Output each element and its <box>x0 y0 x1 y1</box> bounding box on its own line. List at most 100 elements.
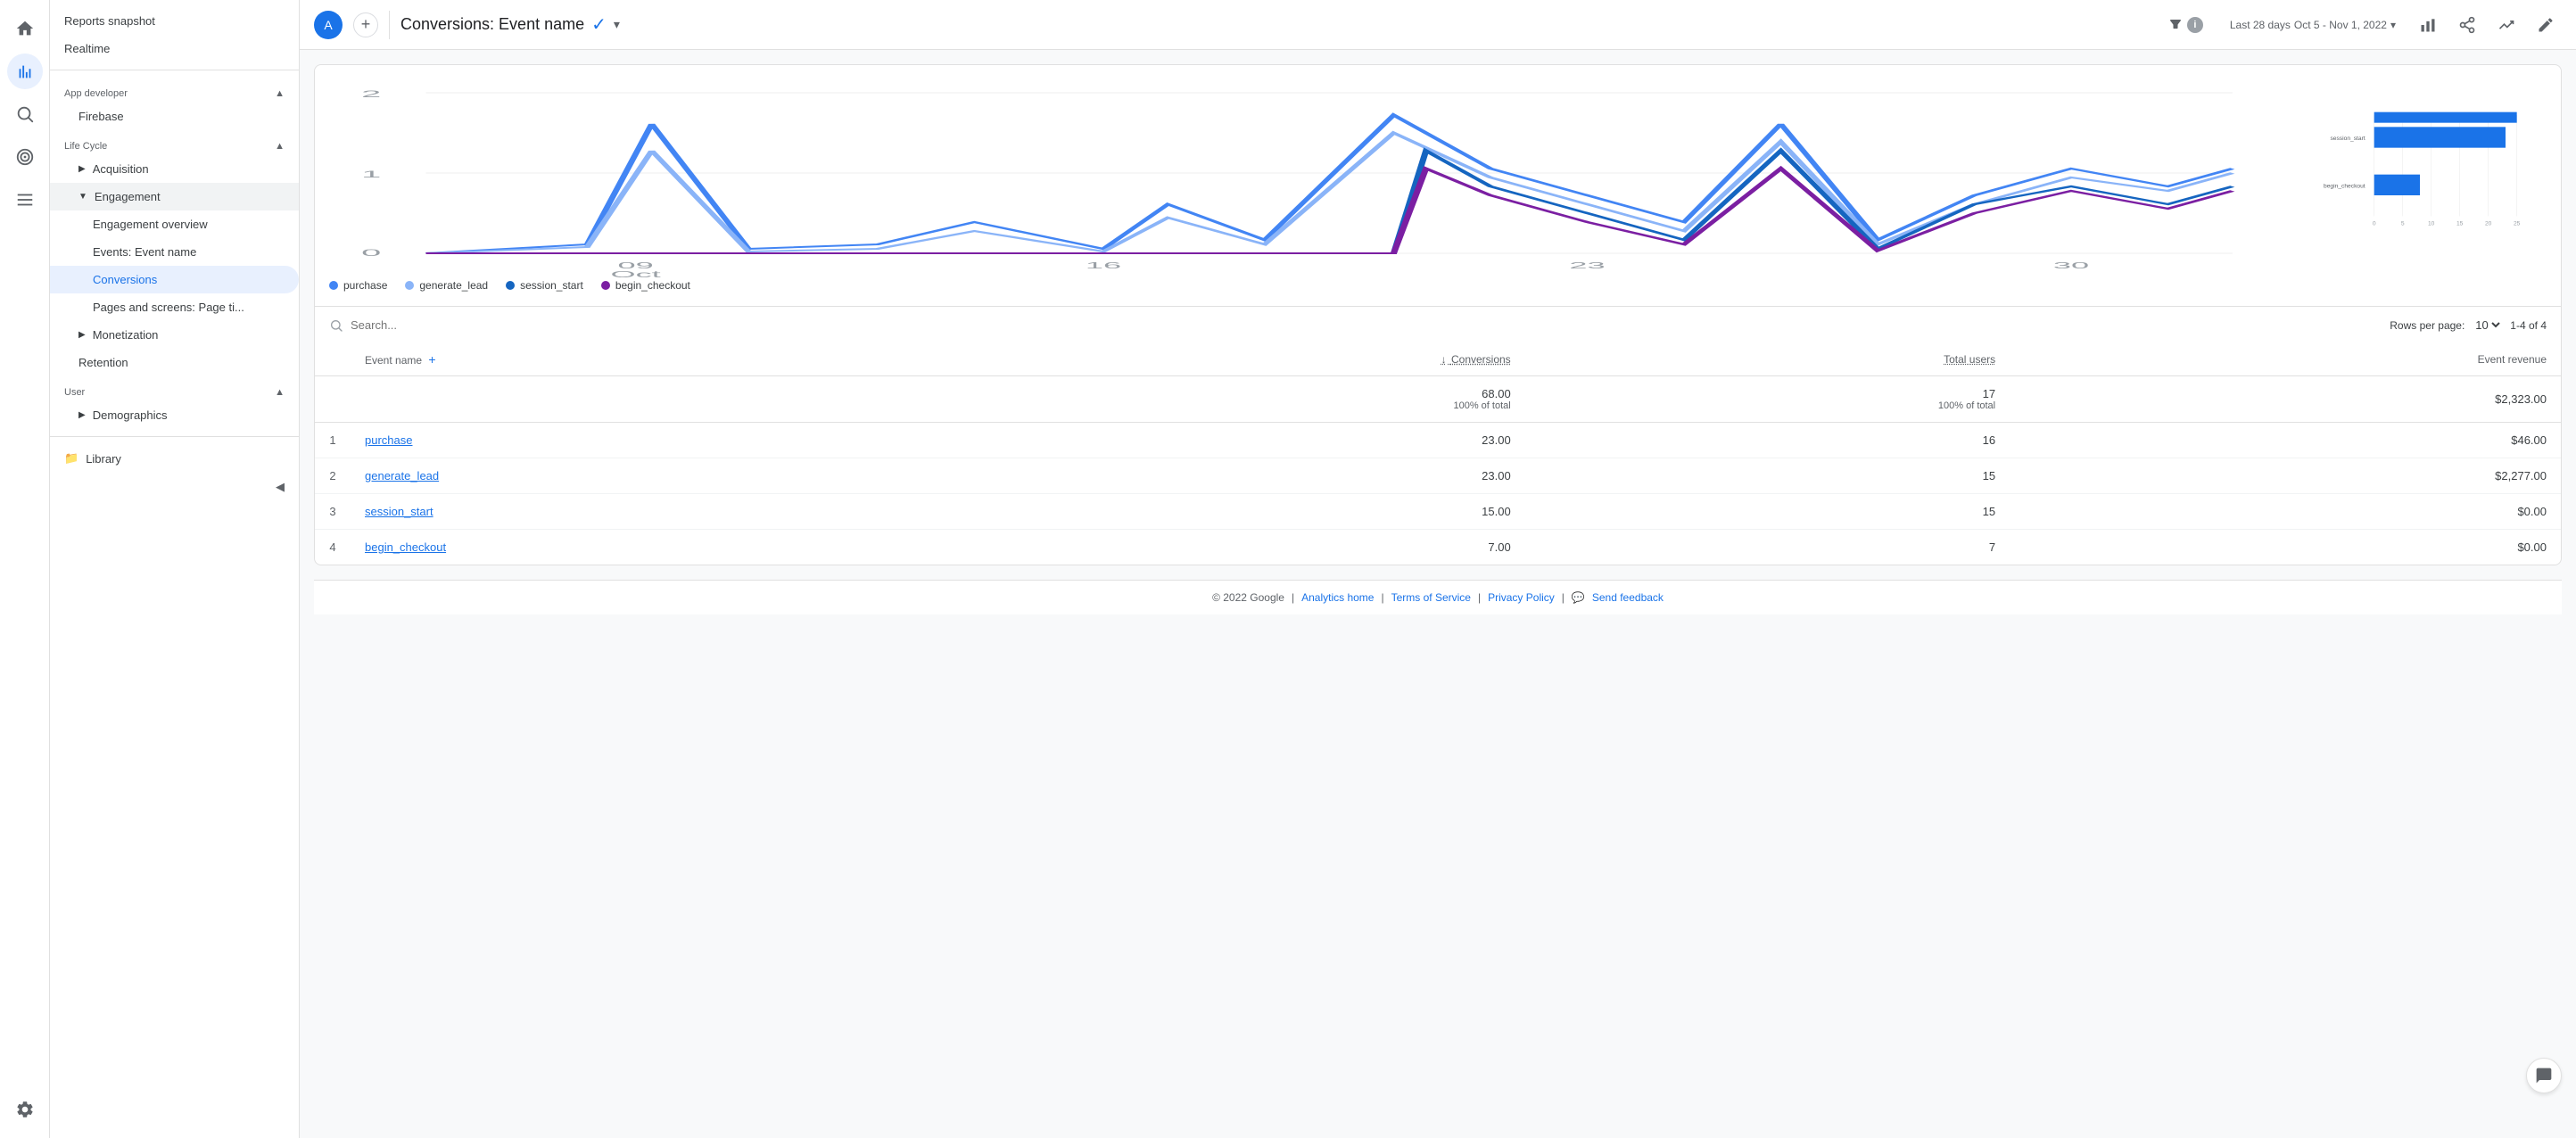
search-nav-icon[interactable] <box>7 96 43 132</box>
rank-cell-2: 2 <box>315 458 351 494</box>
settings-nav-icon[interactable] <box>7 1092 43 1127</box>
legend-begin-checkout-label: begin_checkout <box>615 279 690 292</box>
rows-per-page-control: Rows per page: 10 25 50 1-4 of 4 <box>2390 317 2547 333</box>
analytics-nav-icon[interactable] <box>7 54 43 89</box>
event-name-cell-3[interactable]: session_start <box>351 494 970 530</box>
col-header-conversions[interactable]: ↓ Conversions <box>970 343 1525 376</box>
svg-text:5: 5 <box>2401 220 2405 227</box>
conversions-cell-1: 23.00 <box>970 423 1525 458</box>
target-nav-icon[interactable] <box>7 139 43 175</box>
sidebar-item-realtime[interactable]: Realtime <box>50 35 299 62</box>
svg-text:0: 0 <box>2373 220 2376 227</box>
totals-conversions-value: 68.00 <box>985 387 1511 400</box>
conversions-label: Conversions <box>93 273 157 286</box>
filter-count-badge: i <box>2187 17 2203 33</box>
search-box <box>329 318 529 333</box>
revenue-cell-3: $0.00 <box>2010 494 2561 530</box>
conversions-cell-3: 15.00 <box>970 494 1525 530</box>
col-header-event-name[interactable]: Event name + <box>351 343 970 376</box>
legend-dot-generate-lead <box>405 281 414 290</box>
sidebar-item-conversions[interactable]: Conversions <box>50 266 299 293</box>
filter-icon <box>2167 17 2184 33</box>
rows-per-page-select[interactable]: 10 25 50 <box>2472 317 2503 333</box>
legend-dot-purchase <box>329 281 338 290</box>
privacy-policy-link[interactable]: Privacy Policy <box>1488 591 1555 604</box>
date-range-picker[interactable]: Last 28 days Oct 5 - Nov 1, 2022 ▾ <box>2221 13 2405 37</box>
sidebar-item-engagement[interactable]: ▼ Engagement <box>50 183 299 210</box>
bar-chart: 0 5 10 15 20 25 <box>2279 79 2547 258</box>
event-name-cell-4[interactable]: begin_checkout <box>351 530 970 565</box>
table-row: 3 session_start 15.00 15 $0.00 <box>315 494 2561 530</box>
event-name-cell-2[interactable]: generate_lead <box>351 458 970 494</box>
legend-purchase-label: purchase <box>343 279 387 292</box>
terms-of-service-link[interactable]: Terms of Service <box>1391 591 1471 604</box>
users-cell-4: 7 <box>1525 530 2010 565</box>
sidebar-item-engagement-overview[interactable]: Engagement overview <box>50 210 299 238</box>
legend-session-start-label: session_start <box>520 279 583 292</box>
footer: © 2022 Google | Analytics home | Terms o… <box>314 580 2562 614</box>
events-label: Events: Event name <box>93 245 196 259</box>
arrow-right-icon-3: ▶ <box>78 410 86 420</box>
reports-snapshot-label: Reports snapshot <box>64 14 155 28</box>
table-row: 4 begin_checkout 7.00 7 $0.00 <box>315 530 2561 565</box>
collapse-sidebar-icon[interactable]: ◀ <box>276 480 285 493</box>
sidebar-item-firebase[interactable]: Firebase <box>50 103 299 130</box>
sidebar-item-reports-snapshot[interactable]: Reports snapshot <box>50 7 299 35</box>
table-toolbar: Rows per page: 10 25 50 1-4 of 4 <box>315 306 2561 343</box>
share-icon-button[interactable] <box>2451 9 2483 41</box>
avatar[interactable]: A <box>314 11 343 39</box>
feedback-button[interactable] <box>2526 1058 2562 1093</box>
bar-chart-icon-button[interactable] <box>2412 9 2444 41</box>
sidebar-item-events-event-name[interactable]: Events: Event name <box>50 238 299 266</box>
totals-revenue-cell: $2,323.00 <box>2010 376 2561 423</box>
legend-dot-session-start <box>506 281 515 290</box>
check-icon: ✓ <box>591 13 607 36</box>
arrow-down-icon: ▼ <box>78 192 87 202</box>
add-column-button[interactable]: + <box>428 352 435 367</box>
report-nav-icon[interactable] <box>7 182 43 218</box>
sidebar-item-retention[interactable]: Retention <box>50 349 299 376</box>
sidebar-section-user[interactable]: User ▲ <box>50 376 299 401</box>
send-feedback-link[interactable]: Send feedback <box>1592 591 1664 604</box>
home-nav-icon[interactable] <box>7 11 43 46</box>
svg-text:30: 30 <box>2053 260 2089 270</box>
report-card: 2 1 0 09 Oct 16 23 30 <box>314 64 2562 565</box>
col-header-total-users: Total users <box>1525 343 2010 376</box>
revenue-cell-4: $0.00 <box>2010 530 2561 565</box>
edit-icon-button[interactable] <box>2530 9 2562 41</box>
totals-rank-cell <box>315 376 351 423</box>
totals-conversions-cell: 68.00 100% of total <box>970 376 1525 423</box>
engagement-label: Engagement <box>95 190 161 203</box>
date-dropdown-icon: ▾ <box>2390 19 2396 31</box>
sidebar-item-pages-screens[interactable]: Pages and screens: Page ti... <box>50 293 299 321</box>
col-header-event-revenue: Event revenue <box>2010 343 2561 376</box>
add-comparison-button[interactable]: + <box>353 12 378 37</box>
sidebar-item-monetization[interactable]: ▶ Monetization <box>50 321 299 349</box>
sidebar-section-app-developer[interactable]: App developer ▲ <box>50 78 299 103</box>
event-name-cell-1[interactable]: purchase <box>351 423 970 458</box>
topbar-divider <box>389 11 390 39</box>
sidebar-item-demographics[interactable]: ▶ Demographics <box>50 401 299 429</box>
sidebar-footer: 📁 Library ◀ <box>50 436 299 508</box>
sidebar-item-library[interactable]: 📁 Library <box>50 444 299 473</box>
rows-per-page-label: Rows per page: <box>2390 319 2465 332</box>
page-info: 1-4 of 4 <box>2510 319 2547 332</box>
search-icon <box>329 318 343 333</box>
svg-text:25: 25 <box>2514 220 2521 227</box>
sidebar-item-acquisition[interactable]: ▶ Acquisition <box>50 155 299 183</box>
rank-cell-3: 3 <box>315 494 351 530</box>
trend-icon-button[interactable] <box>2490 9 2522 41</box>
dropdown-toggle-icon[interactable]: ▾ <box>614 17 620 32</box>
analytics-home-link[interactable]: Analytics home <box>1301 591 1374 604</box>
line-chart: 2 1 0 09 Oct 16 23 30 <box>329 79 2265 258</box>
totals-row: 68.00 100% of total 17 100% of total $2,… <box>315 376 2561 423</box>
search-input[interactable] <box>351 318 529 332</box>
sidebar-section-lifecycle[interactable]: Life Cycle ▲ <box>50 130 299 155</box>
folder-icon: 📁 <box>64 451 78 466</box>
data-table: Event name + ↓ Conversions Total users E… <box>315 343 2561 565</box>
conversions-cell-2: 23.00 <box>970 458 1525 494</box>
svg-text:0: 0 <box>361 248 381 259</box>
acquisition-label: Acquisition <box>93 162 149 176</box>
table-row: 2 generate_lead 23.00 15 $2,277.00 <box>315 458 2561 494</box>
filter-button[interactable]: i <box>2160 13 2210 37</box>
